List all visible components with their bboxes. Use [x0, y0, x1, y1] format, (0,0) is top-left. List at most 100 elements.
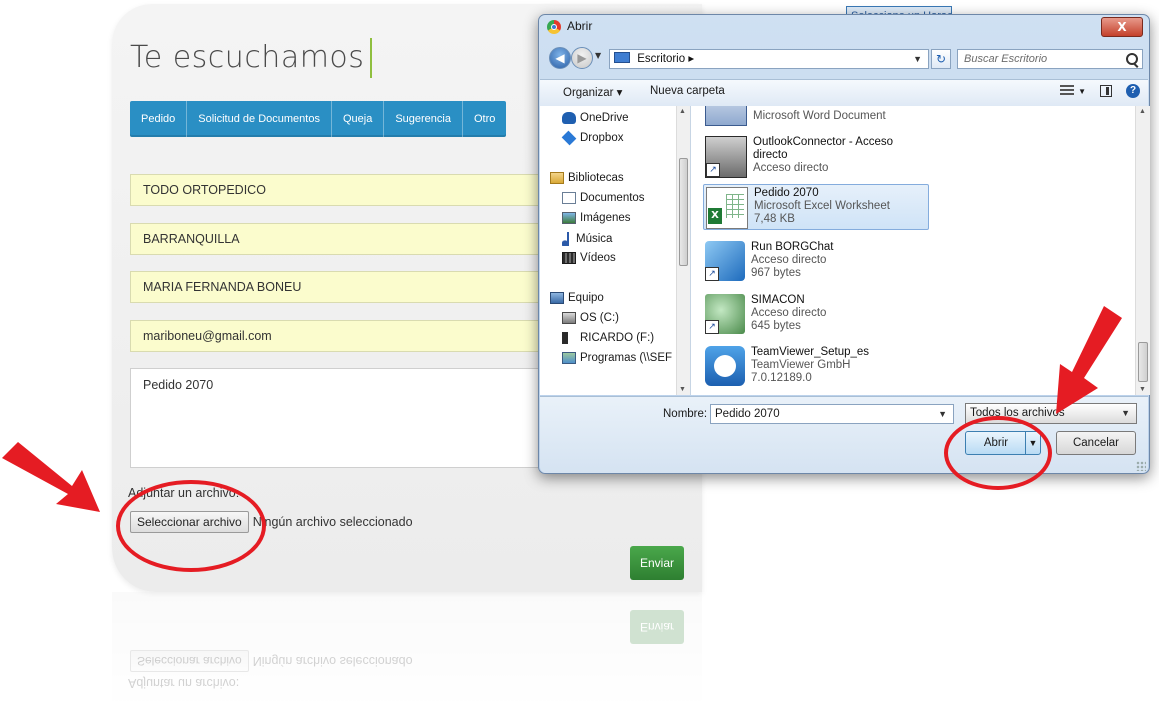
- file-item-simacon[interactable]: SIMACONAcceso directo645 bytes: [703, 292, 929, 338]
- view-options-icon[interactable]: [1060, 85, 1075, 97]
- company-field[interactable]: TODO ORTOPEDICO: [130, 174, 560, 206]
- image-icon: [562, 212, 576, 224]
- filename-input[interactable]: Pedido 2070 ▼: [710, 404, 954, 424]
- reflection-file-row: Seleccionar archivo Ningún archivo selec…: [130, 650, 413, 672]
- organize-button[interactable]: Organizar ▾: [563, 85, 622, 99]
- file-type: Microsoft Word Document: [753, 110, 886, 122]
- city-field[interactable]: BARRANQUILLA: [130, 223, 560, 255]
- search-input[interactable]: Buscar Escritorio: [957, 49, 1143, 69]
- address-bar[interactable]: Escritorio ▸ ▼: [609, 49, 929, 69]
- tab-otro[interactable]: Otro: [463, 101, 506, 137]
- nav-item-label: Equipo: [568, 292, 604, 304]
- search-placeholder: Buscar Escritorio: [964, 53, 1048, 65]
- desktop-folder-icon: [614, 52, 630, 63]
- scroll-up-icon[interactable]: ▲: [1139, 108, 1146, 115]
- nav-item-music[interactable]: Música: [562, 232, 612, 246]
- nav-item-label: Dropbox: [580, 132, 624, 144]
- file-name: OutlookConnector - Acceso directo: [753, 136, 893, 161]
- message-textarea[interactable]: Pedido 2070: [130, 368, 560, 468]
- word-icon: [705, 106, 747, 126]
- dialog-toolbar: Organizar ▾ Nueva carpeta ▼ ?: [540, 79, 1148, 107]
- file-item-teamviewer-setup[interactable]: TeamViewer_Setup_es TeamViewer GmbH 7.0.12…: [703, 344, 929, 390]
- music-note-icon: [562, 232, 572, 246]
- nav-item-videos[interactable]: Vídeos: [562, 252, 616, 264]
- tab-sugerencia[interactable]: Sugerencia: [384, 101, 463, 137]
- outlook-connector-icon: [705, 136, 747, 178]
- send-button[interactable]: Enviar: [630, 546, 684, 580]
- breadcrumb-chevron-icon[interactable]: ▸: [688, 53, 694, 65]
- request-type-tabs: Pedido Solicitud de Documentos Queja Sug…: [130, 101, 507, 137]
- cube-icon: [705, 241, 745, 281]
- file-type: Acceso directo: [751, 307, 827, 319]
- reflection-file-button: Seleccionar archivo: [130, 650, 249, 672]
- file-name: TeamViewer_Setup_es: [751, 346, 870, 358]
- scroll-down-icon[interactable]: ▼: [1139, 386, 1146, 393]
- reflection-file-status: Ningún archivo seleccionado: [252, 654, 413, 668]
- scroll-down-icon[interactable]: ▼: [679, 386, 686, 393]
- address-row: ◀ ▶ ▼ Escritorio ▸ ▼ ↻ Buscar Escritorio: [547, 45, 1143, 73]
- file-item-outlookconnector[interactable]: OutlookConnector - Acceso directoAcceso …: [703, 134, 929, 180]
- file-list-scroll-thumb[interactable]: [1138, 342, 1148, 382]
- refresh-button[interactable]: ↻: [931, 49, 951, 69]
- refresh-icon: ↻: [935, 52, 947, 66]
- simacon-icon: [705, 294, 745, 334]
- file-size: 7,48 KB: [754, 213, 795, 225]
- nav-item-images[interactable]: Imágenes: [562, 212, 631, 224]
- help-icon[interactable]: ?: [1126, 84, 1140, 98]
- annotation-arrow-right-icon: [1056, 306, 1122, 414]
- file-item-pedido-2070[interactable]: Pedido 2070Microsoft Excel Worksheet7,48…: [703, 184, 929, 230]
- file-status-text: Ningún archivo seleccionado: [252, 515, 413, 529]
- address-text: Escritorio: [637, 53, 686, 65]
- annotation-circle-open-button: [944, 416, 1052, 490]
- dropbox-icon: [561, 130, 577, 146]
- nav-scrollbar[interactable]: ▲ ▼: [676, 106, 690, 395]
- file-list-scrollbar[interactable]: ▲ ▼: [1135, 106, 1150, 395]
- email-field[interactable]: mariboneu@gmail.com: [130, 320, 560, 352]
- chevron-down-icon[interactable]: ▼: [1078, 87, 1086, 96]
- nav-item-dropbox[interactable]: Dropbox: [561, 130, 624, 146]
- reflection-send-button: Enviar: [630, 610, 684, 644]
- back-button[interactable]: ◀: [549, 47, 571, 69]
- dialog-title: Abrir: [567, 19, 593, 33]
- forward-button[interactable]: ▶: [571, 47, 593, 69]
- nav-item-libraries[interactable]: Bibliotecas: [550, 172, 624, 184]
- dialog-titlebar[interactable]: Abrir X: [539, 15, 1149, 39]
- nav-item-onedrive[interactable]: OneDrive: [562, 112, 629, 124]
- nav-item-label: Música: [576, 233, 613, 245]
- nav-item-label: Documentos: [580, 192, 645, 204]
- toolbar-icons: ▼ ?: [1060, 84, 1140, 98]
- file-item-word[interactable]: Microsoft Word Document: [703, 106, 929, 128]
- arrow-left-icon: ◀: [555, 51, 565, 65]
- network-drive-icon: [562, 352, 576, 364]
- nav-item-drive-f[interactable]: RICARDO (F:): [562, 332, 654, 344]
- nav-item-computer[interactable]: Equipo: [550, 292, 604, 304]
- tab-queja[interactable]: Queja: [332, 101, 385, 137]
- nav-item-documents[interactable]: Documentos: [562, 192, 645, 204]
- close-button[interactable]: X: [1101, 17, 1143, 37]
- file-name: Pedido 2070: [754, 187, 819, 199]
- resize-grip-icon[interactable]: [1136, 461, 1146, 471]
- new-folder-button[interactable]: Nueva carpeta: [650, 85, 725, 97]
- file-size: 7.0.12189.0: [751, 372, 812, 384]
- nav-item-label: Imágenes: [580, 212, 631, 224]
- nav-item-network-drive[interactable]: Programas (\\SEF: [562, 352, 672, 364]
- nav-item-label: OneDrive: [580, 112, 629, 124]
- cancel-button[interactable]: Cancelar: [1056, 431, 1136, 455]
- recent-locations-chevron-icon[interactable]: ▼: [595, 51, 601, 60]
- scroll-up-icon[interactable]: ▲: [679, 108, 686, 115]
- preview-pane-icon[interactable]: [1100, 85, 1112, 97]
- tab-pedido[interactable]: Pedido: [130, 101, 188, 137]
- nav-item-drive-c[interactable]: OS (C:): [562, 312, 619, 324]
- nav-item-label: Bibliotecas: [568, 172, 624, 184]
- search-icon: [1126, 53, 1138, 65]
- nav-item-label: OS (C:): [580, 312, 619, 324]
- file-item-run-borgchat[interactable]: Run BORGChatAcceso directo967 bytes: [703, 239, 929, 285]
- name-field[interactable]: MARIA FERNANDA BONEU: [130, 271, 560, 303]
- hard-drive-icon: [562, 312, 576, 324]
- tab-solicitud-documentos[interactable]: Solicitud de Documentos: [187, 101, 332, 137]
- usb-drive-icon: [562, 332, 568, 344]
- film-icon: [562, 252, 576, 264]
- chevron-down-icon[interactable]: ▼: [938, 405, 947, 423]
- nav-scroll-thumb[interactable]: [679, 158, 688, 266]
- chevron-down-icon[interactable]: ▼: [913, 50, 922, 68]
